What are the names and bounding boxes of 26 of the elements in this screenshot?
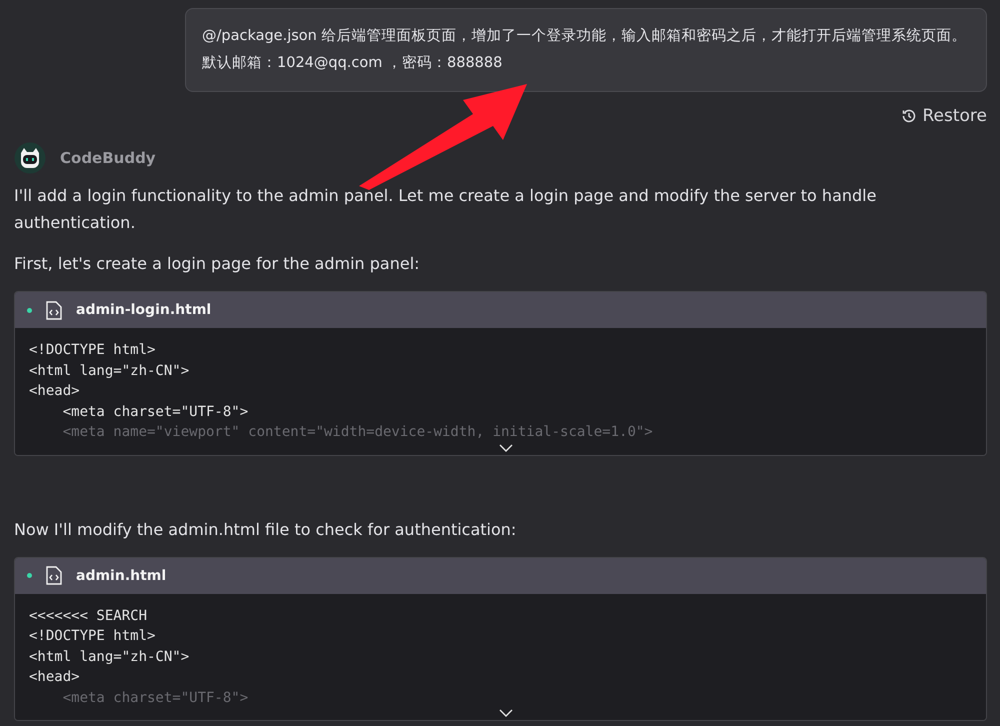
- robot-avatar-icon: [14, 142, 46, 174]
- code-line: <!DOCTYPE html>: [29, 341, 156, 360]
- assistant-name: CodeBuddy: [60, 149, 156, 167]
- user-message: @/package.json 给后端管理面板页面，增加了一个登录功能，输入邮箱和密码之后，才能打开后端管理系统页面。默认邮箱：1024@qq.com ，密码：888888: [185, 8, 987, 92]
- code-line: <head>: [29, 668, 80, 687]
- status-dot-icon: [27, 573, 32, 578]
- message-paragraph: Now I'll modify the admin.html file to check for authentication:: [14, 518, 518, 540]
- message-paragraph: First, let's create a login page for the admin panel:: [14, 253, 421, 275]
- expand-chevron-icon[interactable]: [499, 709, 513, 717]
- history-icon: [901, 108, 918, 124]
- code-file-icon: [46, 566, 62, 585]
- status-dot-icon: [27, 308, 32, 312]
- code-line: <meta charset="UTF-8">: [62, 688, 248, 708]
- message-paragraph: I'll add a login functionality to the admin panel. Let me create a login page and modify the server to handle authentication.: [14, 185, 878, 234]
- restore-button[interactable]: Restore: [901, 106, 987, 126]
- code-line: <html lang="zh-CN">: [29, 648, 190, 666]
- code-file-icon: [46, 300, 62, 320]
- code-line: <meta charset="UTF-8">: [62, 402, 248, 422]
- file-name: admin.html: [76, 568, 166, 584]
- code-line: <html lang="zh-CN">: [29, 362, 190, 380]
- code-line: <meta name="viewport" content="width=device-width, initial-scale=1.0">: [62, 423, 653, 442]
- file-name: admin-login.html: [76, 302, 212, 318]
- code-line: <!DOCTYPE html>: [29, 627, 156, 646]
- expand-chevron-icon[interactable]: [499, 444, 513, 452]
- code-line: <<<<<<< SEARCH: [29, 606, 148, 626]
- code-line: <head>: [29, 382, 80, 401]
